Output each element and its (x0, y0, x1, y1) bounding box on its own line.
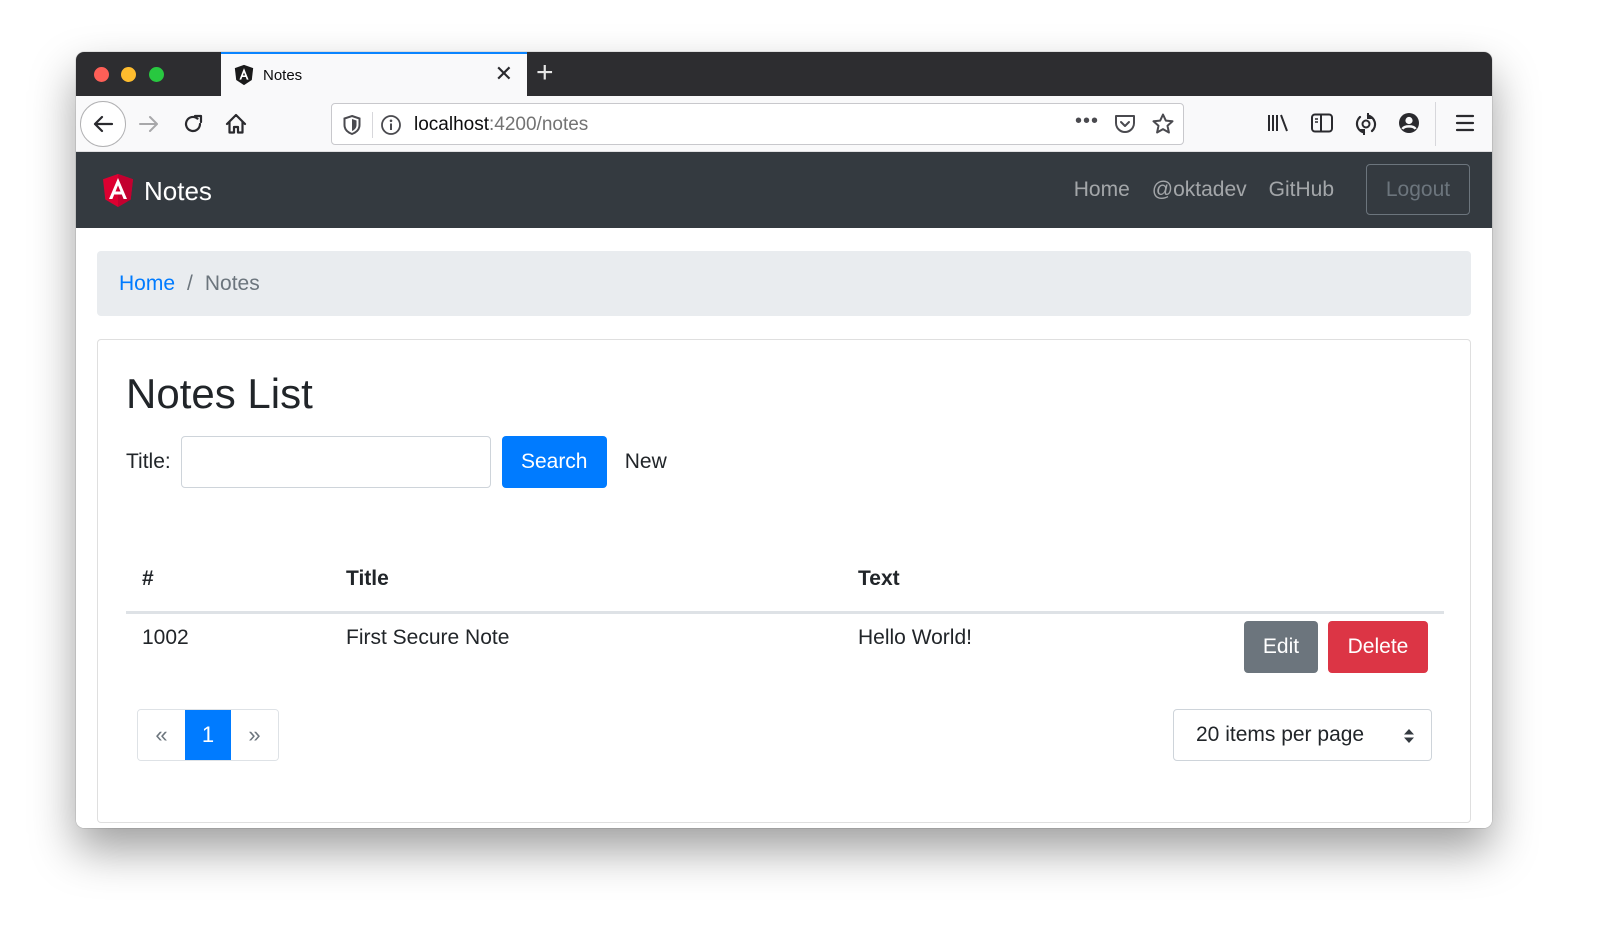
reload-button[interactable] (176, 96, 210, 152)
sync-icon[interactable] (1354, 112, 1378, 141)
app-navbar: Notes Home @oktadev GitHub Logout (76, 152, 1492, 228)
account-icon[interactable] (1398, 112, 1420, 139)
page-content: Home / Notes Notes List Title: Search Ne… (76, 228, 1492, 828)
page-size-value: 20 items per page (1196, 723, 1365, 746)
maximize-window-button[interactable] (149, 67, 164, 82)
url-bar[interactable]: localhost:4200/notes ••• (331, 103, 1184, 145)
forward-icon (139, 116, 158, 132)
breadcrumb: Home / Notes (97, 251, 1471, 316)
pagination-page-1[interactable]: 1 (185, 710, 231, 760)
nav-link-oktadev[interactable]: @oktadev (1152, 178, 1247, 202)
table-header-row: # Title Text (126, 548, 1444, 614)
table-row: 1002 First Secure Note Hello World! Edit… (126, 612, 1444, 680)
url-path: :4200/notes (489, 114, 589, 135)
cell-title: First Secure Note (346, 625, 510, 649)
cell-id: 1002 (142, 625, 189, 649)
new-note-link[interactable]: New (625, 450, 667, 474)
breadcrumb-separator: / (187, 271, 193, 295)
minimize-window-button[interactable] (121, 67, 136, 82)
library-icon[interactable] (1266, 112, 1290, 139)
header-title[interactable]: Title (330, 548, 842, 614)
breadcrumb-current: Notes (204, 271, 260, 295)
header-text[interactable]: Text (842, 548, 1222, 614)
browser-tab[interactable]: Notes ✕ (221, 52, 527, 96)
nav-link-github[interactable]: GitHub (1269, 178, 1334, 202)
star-icon[interactable] (1151, 112, 1175, 141)
more-icon[interactable]: ••• (1075, 110, 1099, 133)
pagination-next[interactable]: » (231, 710, 278, 760)
info-icon[interactable] (380, 114, 402, 141)
pagination: « 1 » (137, 709, 279, 761)
select-arrows-icon (1403, 727, 1415, 751)
notes-card: Notes List Title: Search New # Title Tex… (97, 339, 1471, 823)
back-button[interactable] (80, 96, 126, 152)
logout-button[interactable]: Logout (1366, 164, 1470, 215)
browser-toolbar: localhost:4200/notes ••• (76, 96, 1492, 152)
close-tab-icon[interactable]: ✕ (495, 63, 513, 85)
search-button[interactable]: Search (501, 436, 607, 488)
notes-table: # Title Text 1002 First Secure Note Hell… (126, 548, 1444, 680)
tab-title: Notes (263, 67, 303, 84)
search-form: Title: Search New (126, 436, 667, 488)
pocket-icon[interactable] (1113, 113, 1137, 140)
shield-icon[interactable] (342, 114, 362, 141)
brand-link[interactable]: Notes (102, 174, 212, 208)
close-window-button[interactable] (94, 67, 109, 82)
tab-bar: Notes ✕ + (76, 52, 1492, 96)
forward-button[interactable] (132, 96, 166, 152)
menu-icon[interactable] (1454, 112, 1476, 139)
page-size-select[interactable]: 20 items per page (1173, 709, 1432, 761)
url-host: localhost (414, 114, 489, 135)
new-tab-button[interactable]: + (536, 57, 554, 89)
nav-links: Home @oktadev GitHub (1074, 178, 1334, 202)
title-search-input[interactable] (180, 436, 491, 488)
url-text[interactable]: localhost:4200/notes (414, 114, 588, 136)
url-separator (372, 112, 373, 138)
home-button[interactable] (219, 96, 253, 152)
header-id[interactable]: # (126, 548, 330, 614)
nav-link-home[interactable]: Home (1074, 178, 1130, 202)
cell-actions: Edit Delete (1222, 612, 1444, 680)
pagination-prev[interactable]: « (138, 710, 185, 760)
delete-button[interactable]: Delete (1328, 620, 1428, 673)
breadcrumb-home[interactable]: Home (119, 272, 175, 296)
header-actions (1222, 548, 1444, 614)
back-icon (93, 115, 114, 133)
brand-title: Notes (144, 175, 212, 206)
angular-icon (233, 64, 255, 86)
angular-logo-icon (102, 174, 134, 208)
sidebar-icon[interactable] (1310, 112, 1334, 139)
cell-text: Hello World! (858, 625, 972, 649)
home-icon (225, 113, 247, 134)
browser-window: Notes ✕ + localhost:4200/notes ••• Notes… (76, 52, 1492, 828)
toolbar-divider (1435, 102, 1436, 146)
edit-button[interactable]: Edit (1244, 620, 1318, 673)
page-title: Notes List (126, 370, 313, 417)
title-label: Title: (126, 450, 171, 473)
reload-icon (184, 114, 203, 133)
